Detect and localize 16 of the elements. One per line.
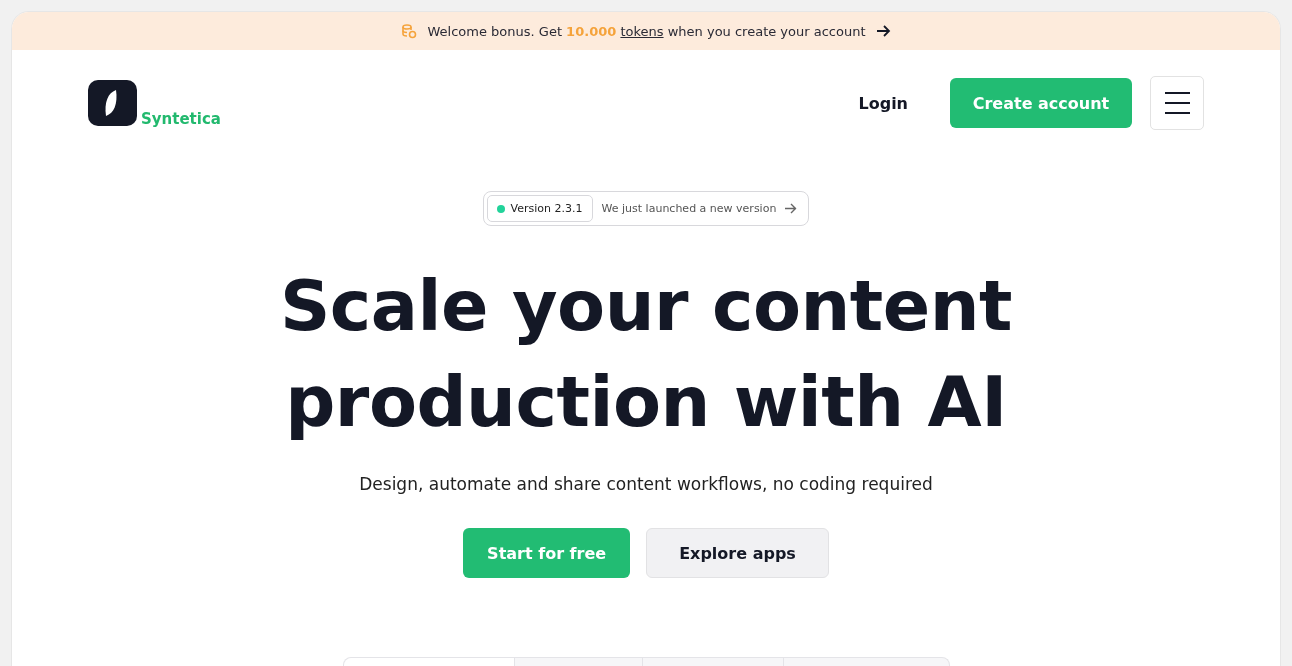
hero-heading-line: Scale your content	[279, 264, 1013, 349]
arrow-right-icon[interactable]	[875, 25, 891, 37]
version-label: Version 2.3.1	[510, 202, 583, 215]
menu-icon	[1164, 92, 1190, 114]
welcome-message: Welcome bonus. Get 10.000 tokens when you create your account	[427, 23, 866, 39]
announcement-text: We just launched a new version	[601, 202, 777, 215]
arrow-right-icon	[785, 203, 798, 214]
tokens-link[interactable]: tokens	[620, 23, 664, 39]
coins-icon	[401, 23, 418, 39]
hero-subtitle: Design, automate and share content workflows, no coding required	[359, 474, 933, 494]
announcement-badge[interactable]: Version 2.3.1 We just launched a new version	[482, 191, 810, 226]
leaf-logo-icon[interactable]	[88, 80, 137, 126]
hero-heading-line: production with AI	[284, 360, 1008, 445]
login-button[interactable]: Login	[858, 93, 908, 113]
menu-button[interactable]	[1150, 76, 1204, 130]
explore-button[interactable]: Explore apps	[646, 528, 829, 578]
